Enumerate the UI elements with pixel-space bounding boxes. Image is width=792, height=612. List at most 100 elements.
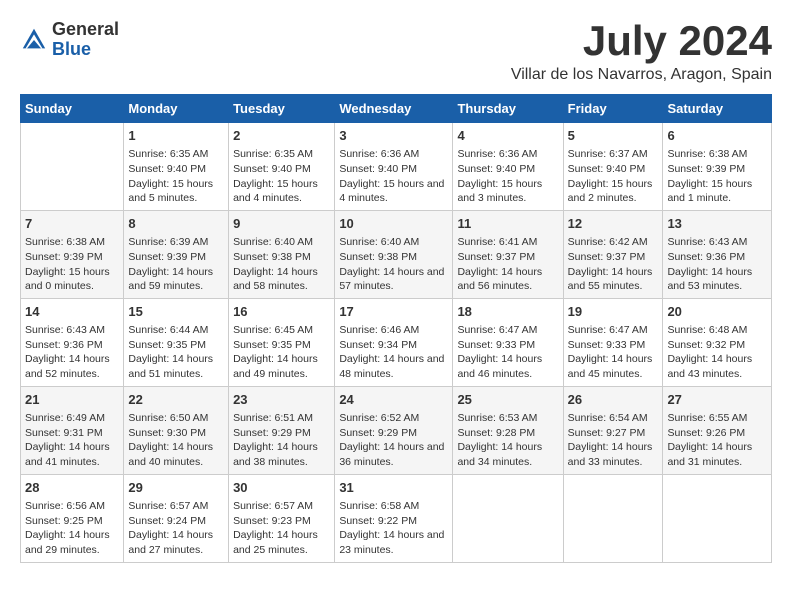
week-row-1: 1 Sunrise: 6:35 AM Sunset: 9:40 PM Dayli…: [21, 123, 772, 211]
sunrise-info: Sunrise: 6:38 AM: [25, 235, 119, 250]
daylight-info: Daylight: 14 hours and 52 minutes.: [25, 352, 119, 381]
calendar-cell: [21, 123, 124, 211]
calendar-cell: 30 Sunrise: 6:57 AM Sunset: 9:23 PM Dayl…: [229, 474, 335, 562]
sunrise-info: Sunrise: 6:58 AM: [339, 499, 448, 514]
calendar-cell: 23 Sunrise: 6:51 AM Sunset: 9:29 PM Dayl…: [229, 386, 335, 474]
sunset-info: Sunset: 9:28 PM: [457, 426, 558, 441]
calendar-cell: 21 Sunrise: 6:49 AM Sunset: 9:31 PM Dayl…: [21, 386, 124, 474]
calendar-cell: 18 Sunrise: 6:47 AM Sunset: 9:33 PM Dayl…: [453, 298, 563, 386]
day-number: 3: [339, 127, 448, 145]
week-row-2: 7 Sunrise: 6:38 AM Sunset: 9:39 PM Dayli…: [21, 210, 772, 298]
calendar-cell: 25 Sunrise: 6:53 AM Sunset: 9:28 PM Dayl…: [453, 386, 563, 474]
sunrise-info: Sunrise: 6:47 AM: [568, 323, 659, 338]
sunrise-info: Sunrise: 6:57 AM: [233, 499, 330, 514]
sunset-info: Sunset: 9:36 PM: [25, 338, 119, 353]
sunset-info: Sunset: 9:38 PM: [339, 250, 448, 265]
week-row-3: 14 Sunrise: 6:43 AM Sunset: 9:36 PM Dayl…: [21, 298, 772, 386]
daylight-info: Daylight: 14 hours and 58 minutes.: [233, 265, 330, 294]
sunset-info: Sunset: 9:24 PM: [128, 514, 224, 529]
calendar-cell: 6 Sunrise: 6:38 AM Sunset: 9:39 PM Dayli…: [663, 123, 772, 211]
calendar-cell: 20 Sunrise: 6:48 AM Sunset: 9:32 PM Dayl…: [663, 298, 772, 386]
sunrise-info: Sunrise: 6:54 AM: [568, 411, 659, 426]
sunset-info: Sunset: 9:37 PM: [568, 250, 659, 265]
daylight-info: Daylight: 15 hours and 3 minutes.: [457, 177, 558, 206]
day-number: 26: [568, 391, 659, 409]
calendar-cell: 7 Sunrise: 6:38 AM Sunset: 9:39 PM Dayli…: [21, 210, 124, 298]
daylight-info: Daylight: 14 hours and 36 minutes.: [339, 440, 448, 469]
sunset-info: Sunset: 9:29 PM: [339, 426, 448, 441]
sunset-info: Sunset: 9:33 PM: [457, 338, 558, 353]
sunrise-info: Sunrise: 6:55 AM: [667, 411, 767, 426]
day-number: 27: [667, 391, 767, 409]
sunset-info: Sunset: 9:40 PM: [128, 162, 224, 177]
calendar-cell: 4 Sunrise: 6:36 AM Sunset: 9:40 PM Dayli…: [453, 123, 563, 211]
calendar-cell: 14 Sunrise: 6:43 AM Sunset: 9:36 PM Dayl…: [21, 298, 124, 386]
calendar-cell: 24 Sunrise: 6:52 AM Sunset: 9:29 PM Dayl…: [335, 386, 453, 474]
sunrise-info: Sunrise: 6:50 AM: [128, 411, 224, 426]
sunrise-info: Sunrise: 6:36 AM: [457, 147, 558, 162]
sunrise-info: Sunrise: 6:48 AM: [667, 323, 767, 338]
calendar-cell: 1 Sunrise: 6:35 AM Sunset: 9:40 PM Dayli…: [124, 123, 229, 211]
day-number: 1: [128, 127, 224, 145]
day-number: 2: [233, 127, 330, 145]
day-number: 19: [568, 303, 659, 321]
day-number: 4: [457, 127, 558, 145]
sunrise-info: Sunrise: 6:35 AM: [128, 147, 224, 162]
daylight-info: Daylight: 14 hours and 40 minutes.: [128, 440, 224, 469]
page-header: General Blue July 2024 Villar de los Nav…: [20, 20, 772, 84]
sunset-info: Sunset: 9:26 PM: [667, 426, 767, 441]
sunrise-info: Sunrise: 6:47 AM: [457, 323, 558, 338]
daylight-info: Daylight: 14 hours and 55 minutes.: [568, 265, 659, 294]
weekday-header-row: SundayMondayTuesdayWednesdayThursdayFrid…: [21, 95, 772, 123]
sunset-info: Sunset: 9:40 PM: [568, 162, 659, 177]
sunrise-info: Sunrise: 6:56 AM: [25, 499, 119, 514]
week-row-5: 28 Sunrise: 6:56 AM Sunset: 9:25 PM Dayl…: [21, 474, 772, 562]
logo-icon: [20, 26, 48, 54]
calendar-cell: 16 Sunrise: 6:45 AM Sunset: 9:35 PM Dayl…: [229, 298, 335, 386]
daylight-info: Daylight: 14 hours and 51 minutes.: [128, 352, 224, 381]
daylight-info: Daylight: 15 hours and 5 minutes.: [128, 177, 224, 206]
sunset-info: Sunset: 9:40 PM: [233, 162, 330, 177]
calendar-cell: 12 Sunrise: 6:42 AM Sunset: 9:37 PM Dayl…: [563, 210, 663, 298]
calendar-table: SundayMondayTuesdayWednesdayThursdayFrid…: [20, 94, 772, 563]
month-title: July 2024: [511, 20, 772, 62]
daylight-info: Daylight: 14 hours and 56 minutes.: [457, 265, 558, 294]
daylight-info: Daylight: 14 hours and 23 minutes.: [339, 528, 448, 557]
calendar-cell: 10 Sunrise: 6:40 AM Sunset: 9:38 PM Dayl…: [335, 210, 453, 298]
daylight-info: Daylight: 15 hours and 2 minutes.: [568, 177, 659, 206]
calendar-cell: 19 Sunrise: 6:47 AM Sunset: 9:33 PM Dayl…: [563, 298, 663, 386]
daylight-info: Daylight: 14 hours and 53 minutes.: [667, 265, 767, 294]
sunset-info: Sunset: 9:39 PM: [667, 162, 767, 177]
day-number: 10: [339, 215, 448, 233]
title-block: July 2024 Villar de los Navarros, Aragon…: [511, 20, 772, 84]
sunset-info: Sunset: 9:32 PM: [667, 338, 767, 353]
sunset-info: Sunset: 9:22 PM: [339, 514, 448, 529]
day-number: 6: [667, 127, 767, 145]
day-number: 31: [339, 479, 448, 497]
daylight-info: Daylight: 14 hours and 31 minutes.: [667, 440, 767, 469]
sunset-info: Sunset: 9:25 PM: [25, 514, 119, 529]
daylight-info: Daylight: 15 hours and 4 minutes.: [339, 177, 448, 206]
weekday-header-thursday: Thursday: [453, 95, 563, 123]
calendar-cell: 3 Sunrise: 6:36 AM Sunset: 9:40 PM Dayli…: [335, 123, 453, 211]
day-number: 13: [667, 215, 767, 233]
logo: General Blue: [20, 20, 119, 60]
day-number: 25: [457, 391, 558, 409]
calendar-cell: [563, 474, 663, 562]
day-number: 30: [233, 479, 330, 497]
sunrise-info: Sunrise: 6:41 AM: [457, 235, 558, 250]
sunset-info: Sunset: 9:31 PM: [25, 426, 119, 441]
weekday-header-friday: Friday: [563, 95, 663, 123]
sunrise-info: Sunrise: 6:39 AM: [128, 235, 224, 250]
sunrise-info: Sunrise: 6:53 AM: [457, 411, 558, 426]
sunrise-info: Sunrise: 6:52 AM: [339, 411, 448, 426]
weekday-header-sunday: Sunday: [21, 95, 124, 123]
weekday-header-tuesday: Tuesday: [229, 95, 335, 123]
sunrise-info: Sunrise: 6:36 AM: [339, 147, 448, 162]
sunrise-info: Sunrise: 6:37 AM: [568, 147, 659, 162]
calendar-cell: 29 Sunrise: 6:57 AM Sunset: 9:24 PM Dayl…: [124, 474, 229, 562]
day-number: 7: [25, 215, 119, 233]
daylight-info: Daylight: 14 hours and 25 minutes.: [233, 528, 330, 557]
location-title: Villar de los Navarros, Aragon, Spain: [511, 66, 772, 84]
daylight-info: Daylight: 14 hours and 49 minutes.: [233, 352, 330, 381]
